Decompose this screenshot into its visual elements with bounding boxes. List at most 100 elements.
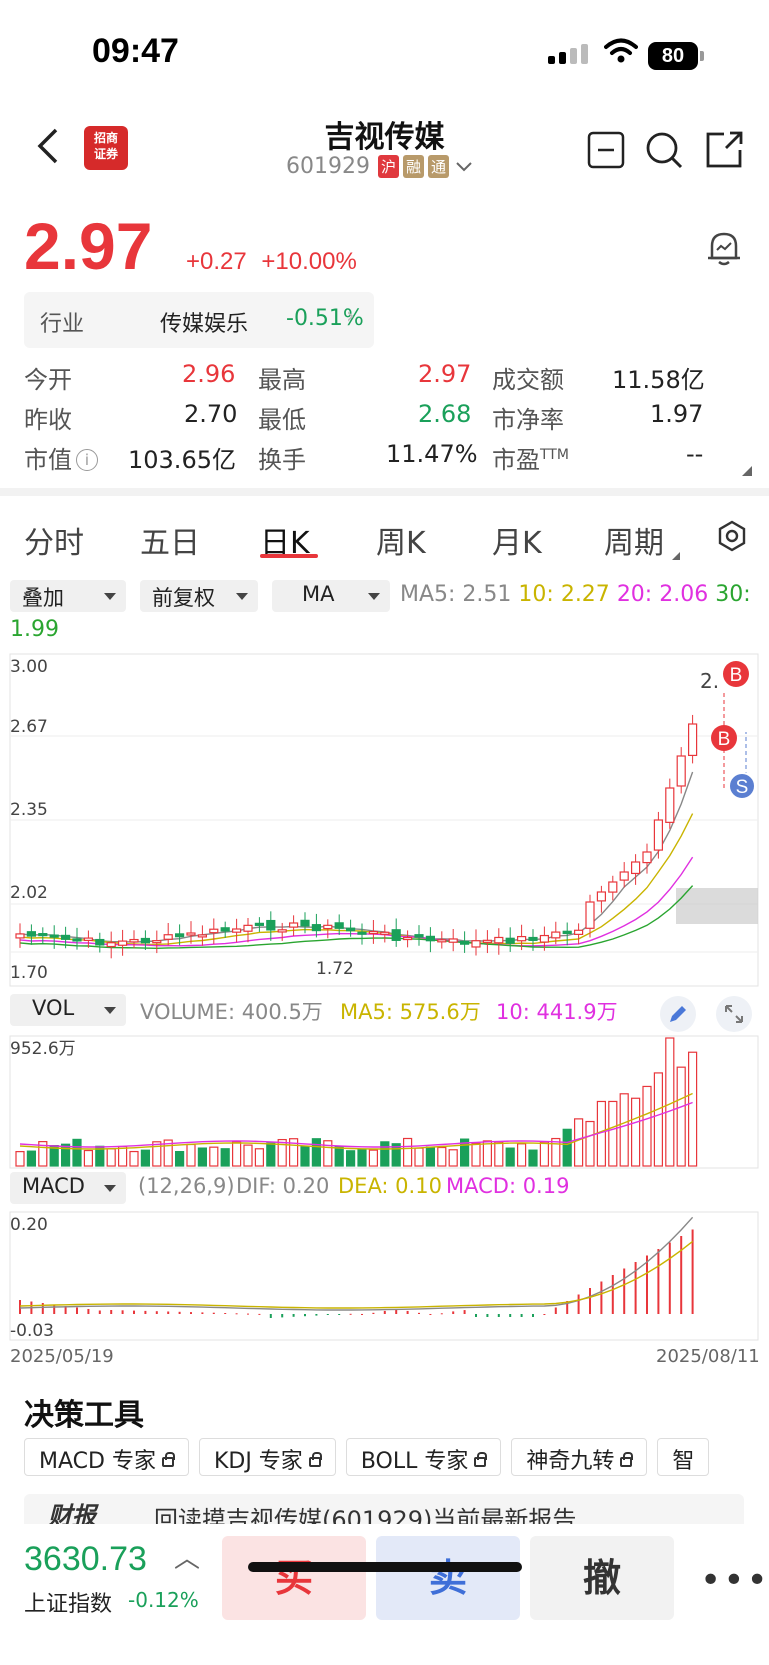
candlestick-chart[interactable]: 3.00 2.67 2.35 2.02 1.70 1.72 2. B B S [0, 652, 769, 990]
minimize-icon[interactable] [586, 130, 626, 170]
turnover-amount-label: 成交额 [492, 366, 564, 394]
macd-bar [623, 1268, 626, 1314]
tool-label: KDJ 专家 [213, 1449, 303, 1474]
sell-button[interactable]: 卖 [376, 1536, 520, 1620]
stock-code-selector[interactable]: 601929 沪 融 通 [286, 154, 473, 179]
candle-body [243, 924, 253, 932]
volume-bar [505, 1147, 515, 1167]
volume-bar [653, 1072, 664, 1167]
macd-bar [281, 1314, 284, 1318]
volume-bar [482, 1140, 492, 1167]
adjust-select[interactable]: 前复权 [140, 580, 258, 612]
ma10-legend: 10: 2.27 [518, 582, 610, 607]
candle-body [49, 934, 59, 938]
macd-select-label: MACD [22, 1174, 85, 1198]
price-change: +0.27 +10.00% [186, 248, 365, 276]
macd-bar [133, 1310, 135, 1314]
caret-down-icon [104, 1007, 116, 1014]
tab-weekly-k[interactable]: 周K [376, 518, 426, 562]
buy-button[interactable]: 买 [222, 1536, 366, 1620]
macd-bar [372, 1312, 375, 1314]
market-cap-value: 103.65亿 [128, 446, 236, 474]
candle-body [642, 851, 652, 864]
section-divider [0, 488, 769, 496]
macd-bar [326, 1314, 329, 1315]
home-indicator [248, 1562, 522, 1572]
candle-body [471, 940, 481, 948]
candle-body [152, 940, 162, 944]
volume-select[interactable]: VOL [10, 994, 126, 1026]
ma5-legend: MA5: 2.51 [400, 582, 512, 607]
candle-body [232, 928, 242, 933]
tool-label: MACD 专家 [39, 1449, 156, 1474]
tool-kdj-expert[interactable]: KDJ 专家 [198, 1438, 336, 1476]
candle-body [505, 937, 515, 944]
macd-bar [224, 1313, 227, 1314]
tab-monthly-k[interactable]: 月K [492, 518, 542, 562]
tag-connect: 通 [428, 155, 450, 178]
volume-value: VOLUME: 400.5万 [140, 1000, 323, 1024]
macd-select[interactable]: MACD [10, 1172, 126, 1204]
expand-corner-icon[interactable] [742, 466, 752, 476]
macd-bar [292, 1314, 295, 1317]
tool-boll-expert[interactable]: BOLL 专家 [345, 1438, 502, 1476]
index-value[interactable]: 3630.73 [24, 1540, 147, 1579]
candle-body [266, 919, 276, 931]
macd-bar [600, 1281, 603, 1314]
volume-bar [642, 1085, 652, 1167]
macd-chart: 0.20 -0.03 [9, 1211, 759, 1341]
candle-body [368, 930, 378, 935]
candle-body [197, 934, 207, 938]
lock-icon [308, 1452, 322, 1467]
tool-label: 神奇九转 [526, 1449, 615, 1474]
cancel-order-button[interactable]: 撤 [530, 1536, 674, 1620]
share-icon[interactable] [704, 130, 744, 170]
macd-bar [258, 1313, 261, 1315]
news-card[interactable]: 财报 回读摸吉视传媒(601929)当前最新报告 [24, 1494, 744, 1524]
overlay-select[interactable]: 叠加 [10, 580, 126, 612]
indicator-select[interactable]: MA [272, 580, 390, 612]
tool-more[interactable]: 智 [657, 1438, 710, 1476]
tab-intraday[interactable]: 分时 [24, 518, 84, 562]
more-icon[interactable]: ••• [700, 1560, 769, 1601]
candle-body [163, 934, 173, 940]
candle-body [551, 931, 561, 939]
candle-body [619, 871, 629, 881]
pe-label: 市盈TTM [492, 440, 569, 475]
adjust-select-label: 前复权 [152, 586, 215, 610]
info-icon[interactable]: i [76, 449, 98, 471]
chevron-up-icon[interactable]: ︿ [174, 1538, 200, 1575]
candle-body [596, 891, 607, 902]
alert-bell-icon[interactable] [704, 228, 744, 268]
search-icon[interactable] [644, 130, 684, 170]
tool-macd-expert[interactable]: MACD 专家 [24, 1438, 189, 1476]
macd-bar [395, 1310, 398, 1314]
turnover-rate-label: 换手 [258, 446, 306, 474]
macd-bar [155, 1311, 158, 1314]
battery-icon: 80 [648, 42, 698, 70]
tag-shanghai: 沪 [377, 155, 399, 178]
volume-bar [630, 1097, 641, 1167]
market-cap-text: 市值 [24, 446, 72, 474]
fullscreen-button[interactable] [716, 996, 752, 1032]
volume-bar [60, 1143, 71, 1167]
tab-period[interactable]: 周期 [604, 518, 664, 562]
settings-gear-icon[interactable] [716, 520, 748, 552]
ma-legend: MA5: 2.51 10: 2.27 20: 2.06 30: [400, 582, 751, 607]
edit-button[interactable] [660, 996, 696, 1032]
candle-body [72, 938, 82, 942]
tool-magic-nine[interactable]: 神奇九转 [511, 1438, 648, 1476]
tool-label: 智 [672, 1449, 695, 1474]
volume-bar [140, 1149, 150, 1167]
macd-bar [53, 1304, 56, 1314]
industry-card[interactable]: 行业 传媒娱乐 -0.51% › [24, 292, 374, 348]
lock-icon [474, 1452, 488, 1467]
tab-five-day[interactable]: 五日 [140, 518, 200, 562]
period-dropdown-icon [672, 552, 680, 560]
volume-bar [254, 1148, 264, 1167]
candle-body [254, 922, 264, 926]
macd-bar [577, 1294, 580, 1314]
index-percent: -0.12% [128, 1588, 199, 1612]
candle-body [676, 755, 686, 787]
macd-bar [110, 1310, 113, 1314]
